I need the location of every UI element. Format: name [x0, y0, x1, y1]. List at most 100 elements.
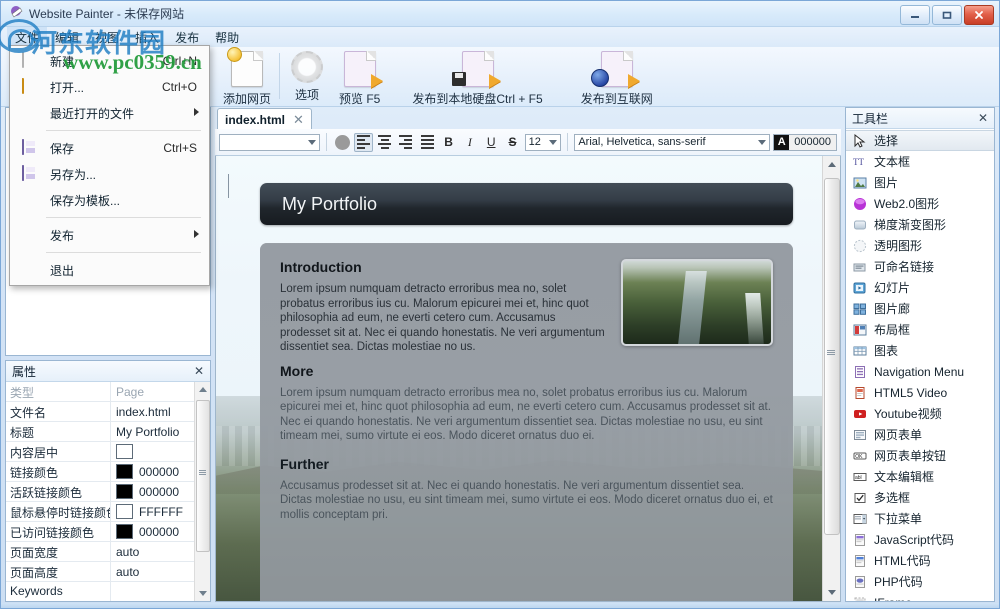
cursor-arrow-icon [852, 133, 868, 149]
minimize-button[interactable] [900, 5, 930, 25]
toolbox-item-iframe[interactable]: IFrame [846, 592, 994, 601]
transparent-shape-icon [852, 238, 868, 254]
toolbox-item-checkbox[interactable]: 多选框 [846, 487, 994, 508]
table-row[interactable]: 页面宽度 auto [6, 542, 210, 562]
toolbox-item-html-code[interactable]: HTML代码 [846, 550, 994, 571]
table-row[interactable]: 类型 Page [6, 382, 210, 402]
svg-text:TT: TT [853, 157, 864, 167]
toolbox-item-label: Web2.0图形 [874, 197, 940, 211]
toolbox-item-textbox[interactable]: TT 文本框 [846, 151, 994, 172]
canvas-scrollbar[interactable] [822, 156, 840, 601]
section-text-more: Lorem ipsum numquam detracto erroribus m… [280, 386, 771, 443]
toolbar-publish-local-button[interactable]: 发布到本地硬盘Ctrl + F5 [388, 49, 550, 109]
menu-item-new[interactable]: 新建 Ctrl+N [10, 48, 209, 74]
toolbox-item-html5-video[interactable]: HTML5 Video [846, 382, 994, 403]
toolbox-item-image[interactable]: 图片 [846, 172, 994, 193]
page-header-banner[interactable]: My Portfolio [260, 183, 793, 225]
toolbox-item-slideshow[interactable]: 幻灯片 [846, 277, 994, 298]
menu-item-recent-files[interactable]: 最近打开的文件 [10, 100, 209, 126]
toolbox-item-youtube[interactable]: Youtube视频 [846, 403, 994, 424]
table-row[interactable]: 活跃链接颜色 000000 [6, 482, 210, 502]
table-row[interactable]: 页面高度 auto [6, 562, 210, 582]
waterfall-photo[interactable] [621, 259, 773, 346]
toolbox-item-gallery[interactable]: 图片廊 [846, 298, 994, 319]
maximize-button[interactable] [932, 5, 962, 25]
toolbox-item-javascript-code[interactable]: JavaScript代码 [846, 529, 994, 550]
italic-button[interactable]: I [461, 133, 479, 152]
toolbox-close-icon[interactable]: ✕ [978, 111, 988, 125]
align-right-button[interactable] [397, 133, 415, 152]
align-left-button[interactable] [354, 132, 373, 152]
table-row[interactable]: Keywords [6, 582, 210, 601]
table-row[interactable]: 标题 My Portfolio [6, 422, 210, 442]
window-controls [900, 5, 994, 25]
menu-item-help[interactable]: 帮助 [207, 27, 247, 48]
properties-scrollbar[interactable] [194, 382, 210, 601]
menu-item-save[interactable]: 保存 Ctrl+S [10, 135, 209, 161]
menu-item-label: 保存 [50, 141, 75, 156]
menu-item-open[interactable]: 打开... Ctrl+O [10, 74, 209, 100]
table-row[interactable]: 已访问链接颜色 000000 [6, 522, 210, 542]
toolbox-item-form-button[interactable]: OK 网页表单按钮 [846, 445, 994, 466]
underline-button[interactable]: U [482, 133, 500, 152]
toolbox-item-gradient-shape[interactable]: 梯度渐变图形 [846, 214, 994, 235]
property-value-text: 000000 [139, 464, 180, 479]
menu-item-save-as[interactable]: 另存为... [10, 161, 209, 187]
toolbar-options-button[interactable]: 选项 [283, 49, 331, 105]
tab-close-icon[interactable]: ✕ [293, 112, 304, 128]
file-menu-popup[interactable]: 新建 Ctrl+N 打开... Ctrl+O 最近打开的文件 保存 Ctrl+S… [9, 45, 210, 286]
toolbox-item-textarea[interactable]: abl 文本编辑框 [846, 466, 994, 487]
toolbox-header: 工具栏 ✕ [846, 108, 994, 129]
scroll-up-icon[interactable] [199, 387, 207, 392]
toolbox-item-table[interactable]: 图表 [846, 340, 994, 361]
menu-item-save-as-template[interactable]: 保存为模板... [10, 187, 209, 213]
table-row[interactable]: 文件名 index.html [6, 402, 210, 422]
toolbox-item-dropdown[interactable]: 下拉菜单 [846, 508, 994, 529]
toolbox-item-transparent-shape[interactable]: 透明图形 [846, 235, 994, 256]
color-swatch[interactable] [116, 524, 133, 539]
scrollbar-thumb[interactable] [824, 178, 840, 535]
toolbox-item-layout-box[interactable]: 布局框 [846, 319, 994, 340]
font-family-select[interactable]: Arial, Helvetica, sans-serif [574, 133, 771, 151]
scrollbar-thumb[interactable] [196, 400, 210, 552]
table-row[interactable]: 内容居中 [6, 442, 210, 462]
toolbox-item-web20-shape[interactable]: Web2.0图形 [846, 193, 994, 214]
color-swatch[interactable] [116, 444, 133, 459]
menu-item-exit[interactable]: 退出 [10, 257, 209, 283]
toolbar-add-page-button[interactable]: 添加网页 [215, 47, 279, 109]
text-color-picker[interactable]: A 000000 [773, 133, 837, 151]
color-swatch[interactable] [116, 504, 133, 519]
menu-item-publish[interactable]: 发布 [10, 222, 209, 248]
toolbar-preview-button[interactable]: 预览 F5 [331, 49, 388, 109]
align-center-button[interactable] [376, 133, 394, 152]
table-row[interactable]: 鼠标悬停时链接颜色 FFFFFF [6, 502, 210, 522]
bold-button[interactable]: B [439, 133, 457, 152]
scroll-up-icon[interactable] [828, 162, 836, 167]
close-button[interactable] [964, 5, 994, 25]
tab-index-html[interactable]: index.html ✕ [217, 108, 312, 130]
page-content-block[interactable]: Introduction Lorem ipsum numquam detract… [260, 243, 793, 601]
toolbox-panel: 工具栏 ✕ 选择 TT 文本框 图片 Web2.0图形 梯度渐变图形 透明图形 … [845, 107, 995, 602]
color-swatch[interactable] [116, 464, 133, 479]
toolbox-item-label: 幻灯片 [874, 281, 911, 295]
font-size-select[interactable]: 12 [524, 133, 562, 151]
color-swatch[interactable] [116, 484, 133, 499]
toolbox-item-select[interactable]: 选择 [846, 130, 994, 151]
fill-color-button[interactable] [333, 133, 351, 152]
page-canvas[interactable]: My Portfolio Introduction Lorem ipsum nu… [216, 156, 823, 601]
scroll-down-icon[interactable] [199, 591, 207, 596]
toolbox-item-php-code[interactable]: PHP代码 [846, 571, 994, 592]
toolbox-item-navigation-menu[interactable]: Navigation Menu [846, 361, 994, 382]
introduction-section: Introduction Lorem ipsum numquam detract… [280, 259, 773, 367]
named-anchor-icon [852, 259, 868, 275]
properties-panel-close-icon[interactable]: ✕ [194, 364, 204, 378]
toolbox-item-web-form[interactable]: 网页表单 [846, 424, 994, 445]
strikethrough-button[interactable]: S [503, 133, 521, 152]
paragraph-style-select[interactable] [219, 133, 320, 151]
align-justify-button[interactable] [418, 133, 436, 152]
toolbar-publish-web-button[interactable]: 发布到互联网 [551, 49, 661, 109]
table-row[interactable]: 链接颜色 000000 [6, 462, 210, 482]
toolbox-item-named-anchor[interactable]: 可命名链接 [846, 256, 994, 277]
properties-table: 类型 Page 文件名 index.html 标题 My Portfolio 内… [6, 382, 210, 601]
scroll-down-icon[interactable] [828, 590, 836, 595]
